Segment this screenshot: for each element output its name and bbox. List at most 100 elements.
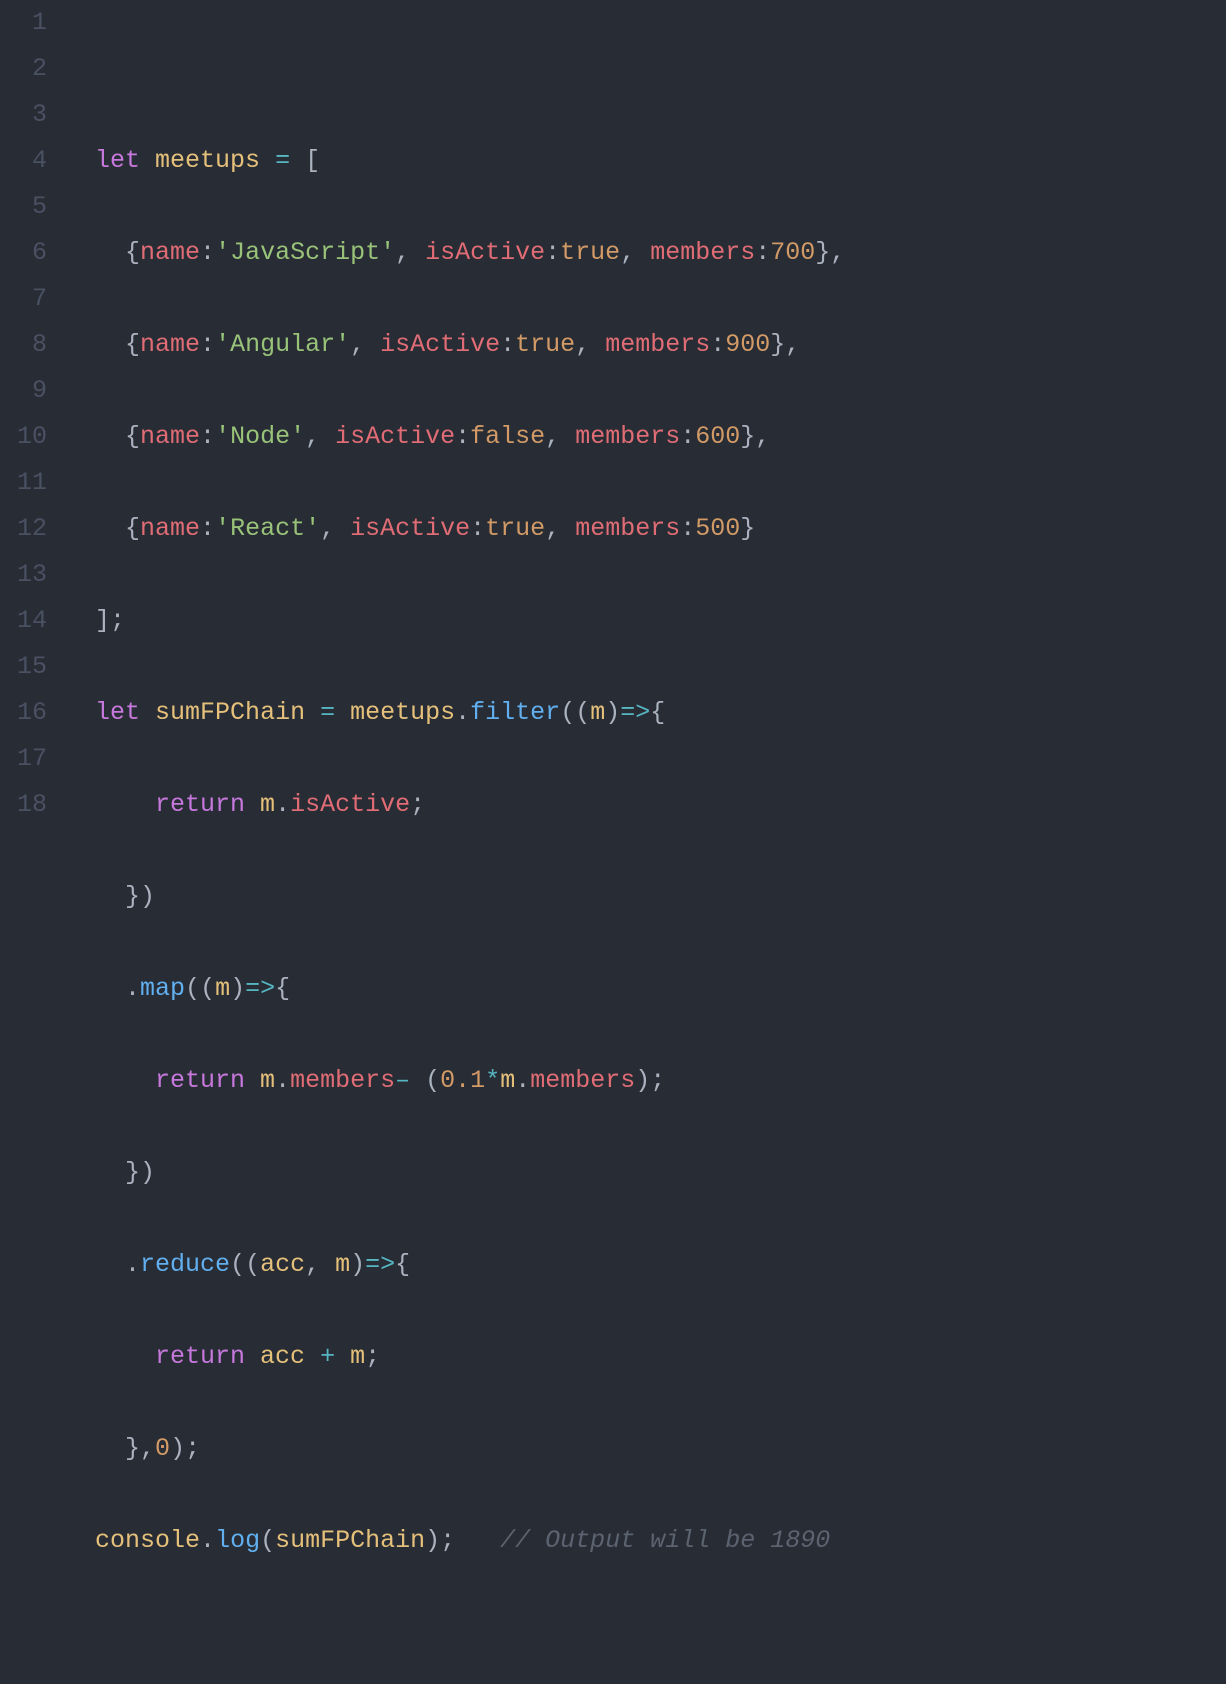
line-number: 10	[0, 414, 47, 460]
semicolon: ;	[440, 1526, 455, 1555]
identifier: m	[350, 1342, 365, 1371]
string-literal: 'React'	[215, 514, 320, 543]
colon: :	[680, 422, 695, 451]
keyword-return: return	[155, 1342, 245, 1371]
semicolon: ;	[365, 1342, 380, 1371]
identifier: sumFPChain	[155, 698, 305, 727]
paren-close: )	[140, 1158, 155, 1187]
line-number: 18	[0, 782, 47, 828]
semicolon: ;	[110, 606, 125, 635]
bracket-close: ]	[95, 606, 110, 635]
dot: .	[455, 698, 470, 727]
number-literal: 700	[770, 238, 815, 267]
line-number: 15	[0, 644, 47, 690]
identifier: acc	[260, 1342, 305, 1371]
parameter: acc	[260, 1250, 305, 1279]
code-line: },0);	[65, 1426, 1226, 1472]
brace-close: }	[125, 882, 140, 911]
boolean-literal: true	[515, 330, 575, 359]
number-literal: 0.1	[440, 1066, 485, 1095]
code-line: .map((m)=>{	[65, 966, 1226, 1012]
code-line: {name:'Angular', isActive:true, members:…	[65, 322, 1226, 368]
brace-open: {	[395, 1250, 410, 1279]
property: isActive	[290, 790, 410, 819]
line-number: 7	[0, 276, 47, 322]
identifier: meetups	[155, 146, 260, 175]
string-literal: 'JavaScript'	[215, 238, 395, 267]
operator-equals: =	[275, 146, 290, 175]
line-number: 8	[0, 322, 47, 368]
identifier: m	[500, 1066, 515, 1095]
line-number: 9	[0, 368, 47, 414]
parameter: m	[335, 1250, 350, 1279]
line-number: 3	[0, 92, 47, 138]
colon: :	[455, 422, 470, 451]
method-call: filter	[470, 698, 560, 727]
parameter: m	[215, 974, 230, 1003]
semicolon: ;	[410, 790, 425, 819]
operator-equals: =	[320, 698, 335, 727]
comma: ,	[395, 238, 410, 267]
code-line: let sumFPChain = meetups.filter((m)=>{	[65, 690, 1226, 736]
brace-open: {	[275, 974, 290, 1003]
property: name	[140, 330, 200, 359]
keyword-let: let	[95, 698, 140, 727]
keyword-return: return	[155, 1066, 245, 1095]
brace-open: {	[125, 514, 140, 543]
line-number: 4	[0, 138, 47, 184]
line-number: 13	[0, 552, 47, 598]
code-editor[interactable]: 1 2 3 4 5 6 7 8 9 10 11 12 13 14 15 16 1…	[0, 0, 1226, 842]
code-line: return m.isActive;	[65, 782, 1226, 828]
colon: :	[200, 330, 215, 359]
comma: ,	[305, 422, 320, 451]
paren-close: )	[635, 1066, 650, 1095]
code-area[interactable]: let meetups = [ {name:'JavaScript', isAc…	[65, 0, 1226, 842]
colon: :	[710, 330, 725, 359]
paren-close: )	[140, 882, 155, 911]
brace-open: {	[125, 422, 140, 451]
comma: ,	[140, 1434, 155, 1463]
paren-open: (	[425, 1066, 440, 1095]
operator-minus: –	[395, 1066, 410, 1095]
code-line	[65, 1610, 1226, 1656]
colon: :	[545, 238, 560, 267]
paren-open: (	[185, 974, 200, 1003]
property: name	[140, 422, 200, 451]
property: name	[140, 238, 200, 267]
dot: .	[125, 974, 140, 1003]
line-number: 6	[0, 230, 47, 276]
line-number: 2	[0, 46, 47, 92]
code-line	[65, 46, 1226, 92]
line-number-gutter: 1 2 3 4 5 6 7 8 9 10 11 12 13 14 15 16 1…	[0, 0, 65, 842]
dot: .	[275, 1066, 290, 1095]
line-number: 16	[0, 690, 47, 736]
comma: ,	[785, 330, 800, 359]
property: isActive	[350, 514, 470, 543]
bracket-open: [	[305, 146, 320, 175]
arrow: =>	[365, 1250, 395, 1279]
code-line: })	[65, 1150, 1226, 1196]
brace-close: }	[740, 514, 755, 543]
property: isActive	[335, 422, 455, 451]
colon: :	[470, 514, 485, 543]
brace-close: }	[770, 330, 785, 359]
brace-open: {	[125, 238, 140, 267]
identifier: m	[260, 790, 275, 819]
colon: :	[200, 514, 215, 543]
keyword-return: return	[155, 790, 245, 819]
comma: ,	[755, 422, 770, 451]
paren-open: (	[230, 1250, 245, 1279]
comma: ,	[305, 1250, 320, 1279]
code-line: console.log(sumFPChain); // Output will …	[65, 1518, 1226, 1564]
number-literal: 500	[695, 514, 740, 543]
boolean-literal: true	[485, 514, 545, 543]
comma: ,	[545, 422, 560, 451]
line-number: 12	[0, 506, 47, 552]
number-literal: 900	[725, 330, 770, 359]
line-number: 17	[0, 736, 47, 782]
property: members	[650, 238, 755, 267]
string-literal: 'Angular'	[215, 330, 350, 359]
paren-close: )	[230, 974, 245, 1003]
comma: ,	[320, 514, 335, 543]
arrow: =>	[245, 974, 275, 1003]
